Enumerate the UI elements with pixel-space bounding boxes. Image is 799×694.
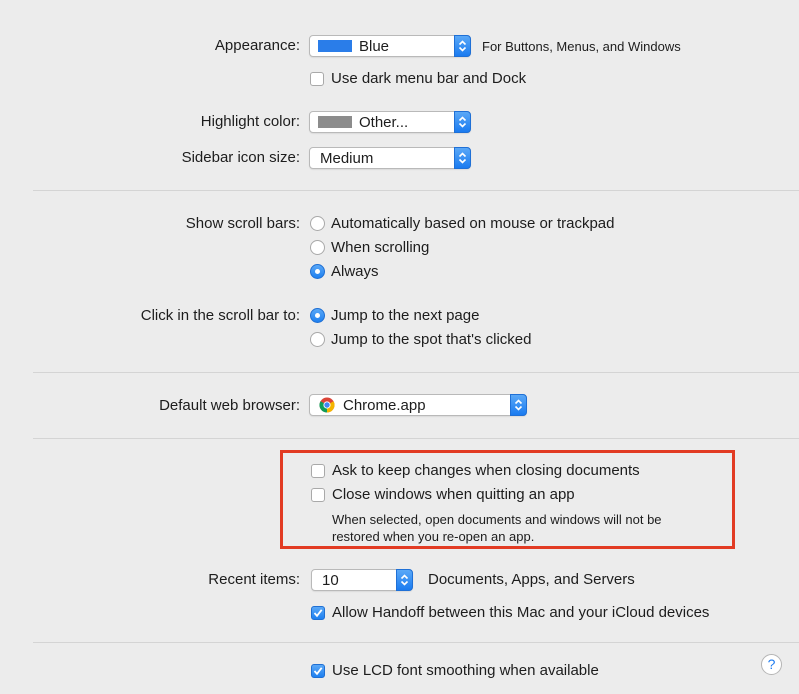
default-browser-value: Chrome.app [343, 397, 426, 414]
default-browser-popup[interactable]: Chrome.app [309, 394, 527, 416]
click-scroll-bar-label: Click in the scroll bar to: [140, 307, 300, 324]
appearance-popup[interactable]: Blue [309, 35, 471, 57]
handoff-label: Allow Handoff between this Mac and your … [332, 604, 710, 621]
radio-scroll-auto-label: Automatically based on mouse or trackpad [331, 215, 615, 232]
radio-scroll-when-scrolling[interactable] [310, 240, 325, 255]
radio-jump-next-page[interactable] [310, 308, 325, 323]
dark-menu-checkbox[interactable] [310, 72, 324, 86]
chevron-updown-icon [454, 111, 471, 133]
handoff-checkbox[interactable] [311, 606, 325, 620]
appearance-description: For Buttons, Menus, and Windows [482, 39, 681, 54]
radio-jump-next-page-label: Jump to the next page [331, 307, 480, 324]
recent-items-label: Recent items: [208, 571, 300, 588]
highlight-color-label: Highlight color: [200, 113, 300, 130]
radio-scroll-auto[interactable] [310, 216, 325, 231]
recent-items-value: 10 [322, 572, 339, 589]
radio-scroll-always-label: Always [331, 263, 379, 280]
separator [33, 438, 799, 439]
show-scroll-bars-label: Show scroll bars: [185, 215, 300, 232]
chevron-updown-icon [396, 569, 413, 591]
sidebar-icon-size-value: Medium [320, 150, 374, 167]
radio-scroll-always[interactable] [310, 264, 325, 279]
help-button[interactable]: ? [761, 654, 782, 675]
highlight-color-value: Other... [359, 114, 409, 131]
separator [33, 372, 799, 373]
highlight-color-popup[interactable]: Other... [309, 111, 471, 133]
separator [33, 642, 799, 643]
sidebar-icon-size-popup[interactable]: Medium [309, 147, 471, 169]
radio-scroll-when-scrolling-label: When scrolling [331, 239, 430, 256]
default-browser-label: Default web browser: [159, 397, 300, 414]
blue-swatch [318, 40, 352, 52]
dark-menu-label: Use dark menu bar and Dock [331, 70, 527, 87]
gray-swatch [318, 116, 352, 128]
chevron-updown-icon [454, 35, 471, 57]
radio-jump-to-spot-label: Jump to the spot that's clicked [331, 331, 532, 348]
lcd-smoothing-checkbox[interactable] [311, 664, 325, 678]
recent-items-popup[interactable]: 10 [311, 569, 413, 591]
separator [33, 190, 799, 191]
appearance-label: Appearance: [214, 37, 300, 54]
chevron-updown-icon [454, 147, 471, 169]
chrome-icon [319, 397, 335, 413]
recent-items-suffix: Documents, Apps, and Servers [428, 571, 635, 588]
appearance-value: Blue [359, 38, 390, 55]
radio-jump-to-spot[interactable] [310, 332, 325, 347]
chevron-updown-icon [510, 394, 527, 416]
lcd-smoothing-label: Use LCD font smoothing when available [332, 662, 599, 679]
sidebar-icon-size-label: Sidebar icon size: [181, 149, 300, 166]
annotation-highlight-box [280, 450, 735, 549]
